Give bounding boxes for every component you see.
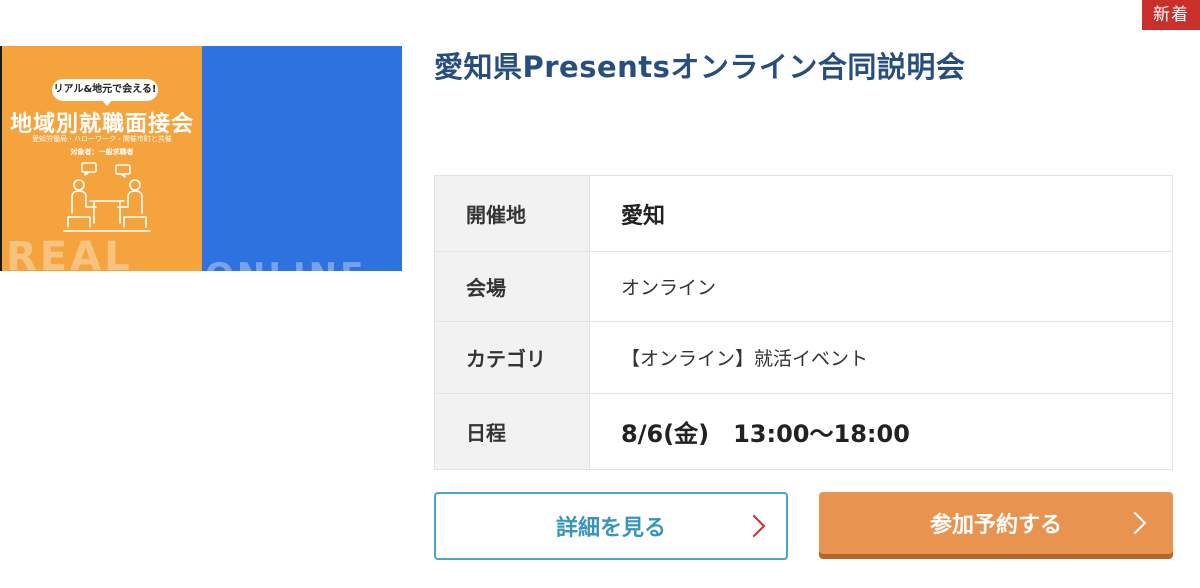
banner-pill: リアル&地元で会える! [52,79,158,101]
banner-bg-text-online: ONLINE [205,256,366,271]
banner-pill-tail [101,99,113,106]
view-details-label: 詳細を見る [555,516,666,541]
info-value: 8/6(金) 13:00〜18:00 [621,420,910,448]
info-value: 愛知 [621,203,666,229]
banner-subtitle: 愛知労働局・ハローワーク・開催市町と共催 [32,135,172,143]
info-row-schedule: 日程 8/6(金) 13:00〜18:00 [435,394,1172,469]
info-label: 日程 [435,394,590,469]
view-details-button[interactable]: 詳細を見る [434,492,788,560]
chevron-right-icon [742,514,766,538]
banner-target: 対象者：一般求職者 [70,148,134,156]
reserve-button[interactable]: 参加予約する [819,492,1173,554]
info-label: 開催地 [435,176,590,251]
event-info-table: 開催地 愛知 会場 オンライン カテゴリ 【オンライン】就活イベント 日程 8/… [434,175,1173,470]
chevron-right-icon [1123,511,1147,535]
event-banner-image[interactable]: リアル&地元で会える! 地域別就職面接会 愛知労働局・ハローワーク・開催市町と共… [0,46,402,271]
interview-illustration-icon [63,162,151,232]
event-title[interactable]: 愛知県Presentsオンライン合同説明会 [434,44,965,86]
info-row-category: カテゴリ 【オンライン】就活イベント [435,322,1172,394]
info-value: オンライン [621,277,717,299]
info-value: 【オンライン】就活イベント [621,348,869,370]
banner-bg-text-real: REAL [6,234,133,271]
info-label: 会場 [435,252,590,321]
info-row-location: 開催地 愛知 [435,176,1172,252]
reserve-label: 参加予約する [929,513,1062,538]
info-label: カテゴリ [435,322,590,393]
new-badge: 新着 [1142,0,1200,30]
info-row-venue: 会場 オンライン [435,252,1172,322]
banner-orange-panel: リアル&地元で会える! 地域別就職面接会 愛知労働局・ハローワーク・開催市町と共… [2,46,202,271]
